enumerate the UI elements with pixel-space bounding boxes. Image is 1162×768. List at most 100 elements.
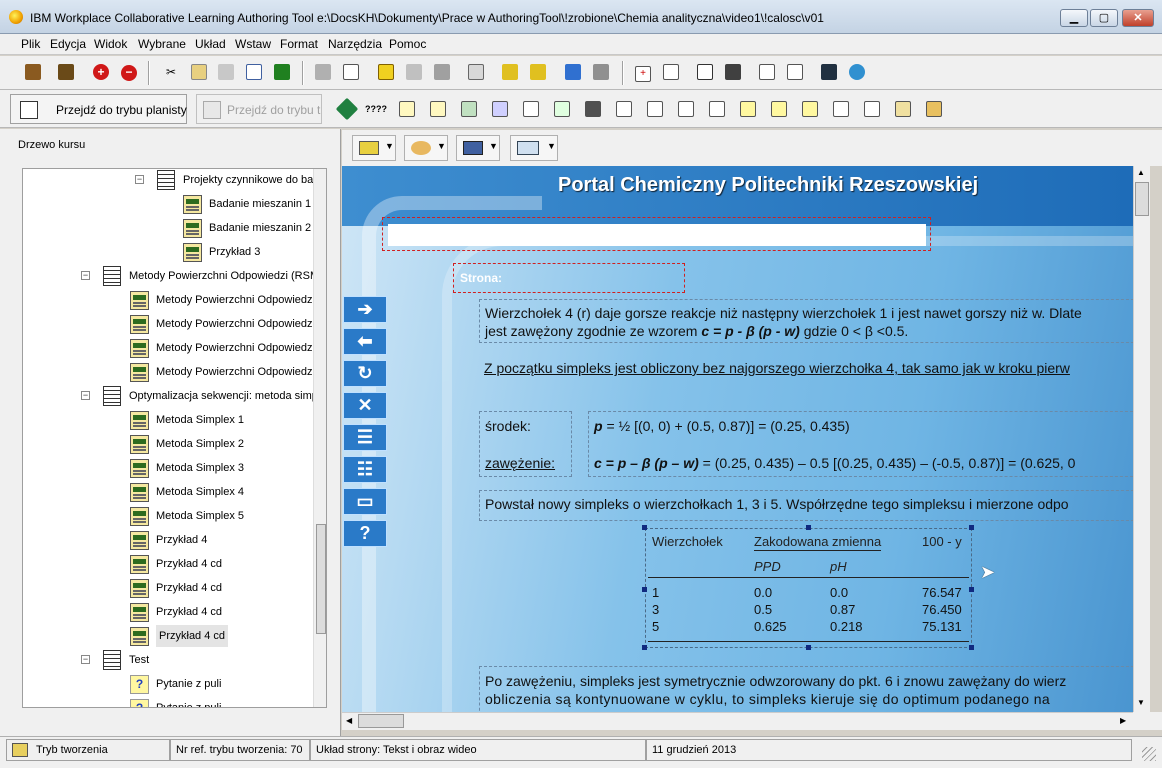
tree-section-item[interactable]: − Optymalizacja sekwencji: metoda simp xyxy=(23,385,318,407)
tree-page-item[interactable]: Metody Powierzchni Odpowiedzi xyxy=(23,289,315,311)
list-icon[interactable]: ☷ xyxy=(343,456,387,483)
remove-icon[interactable]: − xyxy=(118,61,140,83)
globe-icon[interactable] xyxy=(846,61,868,83)
frame-icon[interactable] xyxy=(465,61,487,83)
paste-icon[interactable] xyxy=(215,61,237,83)
tree-page-item[interactable]: Przykład 4 cd xyxy=(23,577,313,599)
scroll-right-icon[interactable]: ▶ xyxy=(1120,716,1126,725)
check-page-icon[interactable] xyxy=(551,98,573,120)
resize-grip-icon[interactable] xyxy=(1142,747,1156,761)
tree-page-item[interactable]: Metoda Simplex 5 xyxy=(23,505,313,527)
tree-collapse-icon[interactable]: − xyxy=(135,175,144,184)
image-page-icon[interactable] xyxy=(458,98,480,120)
color-scheme-dropdown[interactable]: ▼ xyxy=(404,135,448,161)
tree-page-item[interactable]: Przykład 4 cd xyxy=(23,553,313,575)
tree-collapse-icon[interactable]: − xyxy=(81,271,90,280)
multi-choice-icon[interactable] xyxy=(675,98,697,120)
tree-vertical-scrollbar[interactable] xyxy=(313,169,326,707)
refresh-icon[interactable]: ↻ xyxy=(343,360,387,387)
tree-section-item[interactable]: − Projekty czynnikowe do ba xyxy=(23,169,313,191)
menu-icon[interactable]: ☰ xyxy=(343,424,387,451)
tree-page-item[interactable]: Przykład 4 cd xyxy=(23,601,313,623)
text-block-4[interactable]: Po zawężeniu, simpleks jest symetrycznie… xyxy=(479,666,1133,712)
tree-page-item[interactable]: Metody Powierzchni Odpowiedzi xyxy=(23,361,315,383)
paste-object-icon[interactable] xyxy=(403,61,425,83)
data-table[interactable]: Wierzchołek Zakodowana zmienna 100 - y P… xyxy=(645,528,972,648)
exit-icon[interactable]: ✕ xyxy=(343,392,387,419)
tree-section-item[interactable]: − Metody Powierzchni Odpowiedzi (RSM xyxy=(23,265,319,287)
question-check-icon[interactable] xyxy=(830,98,852,120)
tree-question-item[interactable]: ? Pytanie z puli xyxy=(23,697,313,707)
delete-object-icon[interactable] xyxy=(431,61,453,83)
properties-icon[interactable] xyxy=(312,61,334,83)
menu-wstaw[interactable]: Wstaw xyxy=(235,37,271,51)
import-icon[interactable] xyxy=(756,61,778,83)
calendar-icon[interactable] xyxy=(694,61,716,83)
tree-section-item[interactable]: − Test xyxy=(23,649,313,671)
binoculars-icon[interactable] xyxy=(582,98,604,120)
layout-dropdown[interactable]: ▼ xyxy=(352,135,396,161)
question-marks-icon[interactable]: ???? xyxy=(364,98,387,120)
close-button[interactable]: ✕ xyxy=(1122,9,1154,27)
content-vertical-scrollbar[interactable]: ▲ ▼ xyxy=(1133,166,1150,712)
trash-icon[interactable] xyxy=(271,61,293,83)
checklist-icon[interactable] xyxy=(644,98,666,120)
formula-block[interactable]: p = ½ [(0, 0) + (0.5, 0.87)] = (0.25, 0.… xyxy=(588,411,1133,477)
tree-page-item[interactable]: Metoda Simplex 4 xyxy=(23,481,313,503)
survey-icon[interactable] xyxy=(892,98,914,120)
matching-icon[interactable] xyxy=(706,98,728,120)
tree-page-item[interactable]: Metoda Simplex 3 xyxy=(23,457,313,479)
tree-question-item[interactable]: ? Pytanie z puli xyxy=(23,673,313,695)
draw-icon[interactable] xyxy=(768,98,790,120)
tree-collapse-icon[interactable]: − xyxy=(81,391,90,400)
labels-block[interactable]: środek: zawężenie: xyxy=(479,411,572,477)
text-block-1[interactable]: Wierzchołek 4 (r) daje gorsze reakcje ni… xyxy=(479,299,1133,343)
display-dropdown[interactable]: ▼ xyxy=(510,135,558,161)
content-horizontal-scrollbar[interactable]: ◀ ▶ xyxy=(342,712,1133,730)
tree-page-item[interactable]: Badanie mieszanin 1 xyxy=(23,193,313,215)
title-input[interactable] xyxy=(388,224,926,246)
scroll-down-icon[interactable]: ▼ xyxy=(1137,698,1145,707)
scroll-up-icon[interactable]: ▲ xyxy=(1137,168,1145,177)
diamond-icon[interactable] xyxy=(335,97,359,121)
edit-page-icon[interactable] xyxy=(520,98,542,120)
help-icon[interactable]: ? xyxy=(343,520,387,547)
menu-format[interactable]: Format xyxy=(280,37,318,51)
new-pages-icon[interactable] xyxy=(660,61,682,83)
tree-page-item[interactable]: Metody Powierzchni Odpowiedzi xyxy=(23,337,315,359)
planist-mode-button[interactable]: Przejdź do trybu planisty xyxy=(10,94,187,124)
course-tree[interactable]: − Projekty czynnikowe do ba Badanie miesza… xyxy=(22,168,327,708)
tree-page-item[interactable]: Przykład 4 xyxy=(23,529,313,551)
navigation-dropdown[interactable]: ▼ xyxy=(456,135,500,161)
rename-icon[interactable] xyxy=(243,61,265,83)
export-icon[interactable] xyxy=(784,61,806,83)
question-icon[interactable] xyxy=(799,98,821,120)
menu-narzedzia[interactable]: Narzędzia xyxy=(328,37,382,51)
page-editor[interactable]: Portal Chemiczny Politechniki Rzeszowski… xyxy=(342,166,1133,712)
tree-page-item[interactable]: Badanie mieszanin 2 xyxy=(23,217,313,239)
tree-collapse-icon[interactable]: − xyxy=(81,655,90,664)
menu-uklad[interactable]: Układ xyxy=(195,37,226,51)
book-icon[interactable]: ▭ xyxy=(343,488,387,515)
menu-edycja[interactable]: Edycja xyxy=(50,37,86,51)
title-field-frame[interactable] xyxy=(382,217,931,251)
ungroup-icon[interactable] xyxy=(527,61,549,83)
content-scroll-thumb[interactable] xyxy=(1135,182,1149,216)
trainer-mode-button[interactable]: Przejdź do trybu t xyxy=(196,94,322,124)
minimize-button[interactable]: ▁ xyxy=(1060,9,1088,27)
menu-widok[interactable]: Widok xyxy=(94,37,127,51)
menu-plik[interactable]: Plik xyxy=(21,37,40,51)
content-hscroll-thumb[interactable] xyxy=(358,714,404,728)
text-block-3[interactable]: Powstał nowy simpleks o wierzchołkach 1,… xyxy=(479,490,1133,521)
tree-page-item[interactable]: Metoda Simplex 1 xyxy=(23,409,313,431)
pencil-icon[interactable] xyxy=(737,98,759,120)
next-arrow-icon[interactable]: ➔ xyxy=(343,296,387,323)
maximize-button[interactable]: ▢ xyxy=(1090,9,1118,27)
new-page-icon[interactable]: + xyxy=(632,61,654,83)
link-icon[interactable] xyxy=(562,61,584,83)
p2-text[interactable]: Z początku simpleks jest obliczony bez n… xyxy=(484,360,1070,376)
text-page-icon[interactable] xyxy=(427,98,449,120)
add-icon[interactable]: + xyxy=(90,61,112,83)
preview-icon[interactable] xyxy=(818,61,840,83)
unlink-icon[interactable] xyxy=(590,61,612,83)
